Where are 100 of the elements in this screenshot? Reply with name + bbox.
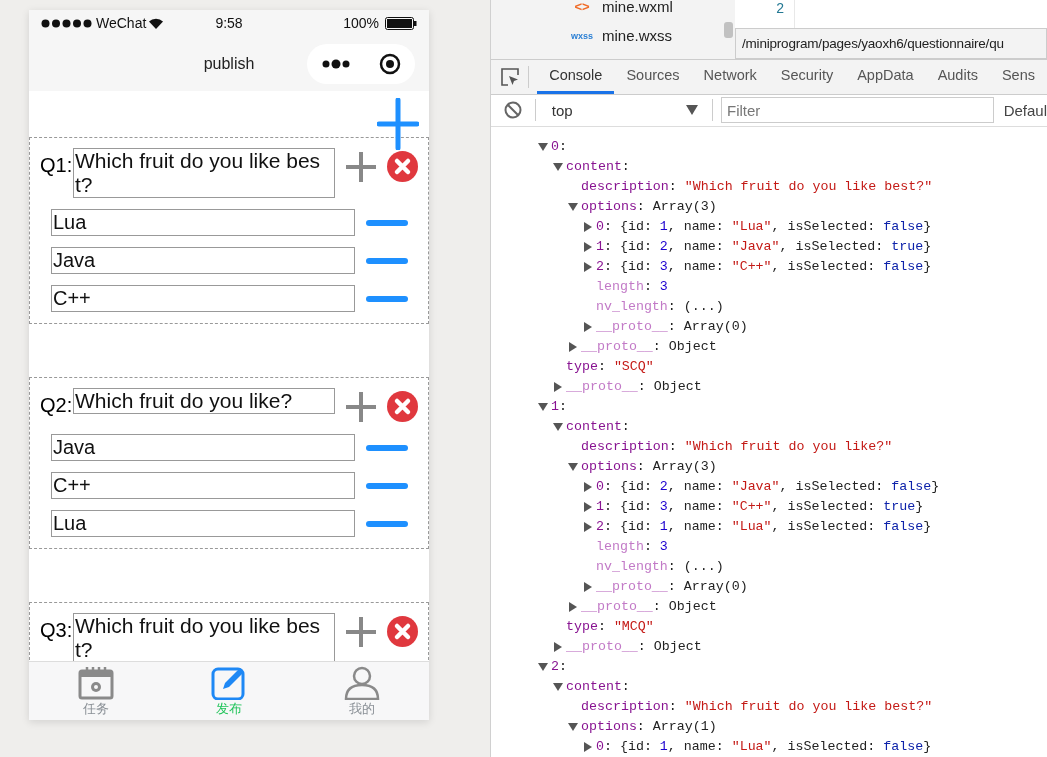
disclosure-triangle-icon[interactable]: [568, 722, 578, 732]
property-text: type: "SCQ": [566, 359, 654, 375]
line-number: 2: [776, 0, 784, 16]
option-field[interactable]: C++: [51, 472, 355, 499]
devtools-tab[interactable]: Console: [537, 60, 615, 94]
property-text: 2: {id: 1, name: "Lua", isSelected: false}: [596, 519, 932, 535]
disclosure-triangle-icon[interactable]: [553, 642, 563, 652]
devtools-tab[interactable]: Sens: [989, 60, 1047, 94]
option-field[interactable]: Java: [51, 247, 355, 274]
add-option-icon[interactable]: [345, 616, 377, 648]
disclosure-triangle-icon[interactable]: [553, 422, 563, 432]
property-text: nv_length: (...): [596, 559, 724, 575]
question-field[interactable]: Which fruit do you like?: [73, 388, 335, 414]
calendar-gear-icon: [77, 666, 114, 700]
disclosure-triangle-icon[interactable]: [538, 142, 548, 152]
property-text: 0: {id: 2, name: "Java", isSelected: false}: [596, 479, 940, 495]
status-time: 9:58: [215, 15, 243, 31]
dropdown-icon: [686, 105, 698, 116]
disclosure-triangle-icon[interactable]: [583, 582, 593, 592]
question-field[interactable]: Which fruit do you like best?: [73, 148, 335, 198]
disclosure-triangle-icon[interactable]: [568, 342, 578, 352]
option-field[interactable]: Lua: [51, 209, 355, 236]
capsule-menu[interactable]: [307, 44, 415, 84]
property-text: description: "Which fruit do you like best?": [581, 179, 933, 195]
clear-console-icon[interactable]: [503, 101, 522, 120]
property-text: __proto__: Object: [581, 339, 717, 355]
property-text: content:: [566, 159, 630, 175]
devtools-tab[interactable]: Security: [768, 60, 846, 94]
remove-option-icon[interactable]: [366, 218, 408, 227]
disclosure-triangle-icon[interactable]: [583, 482, 593, 492]
disclosure-triangle-icon[interactable]: [583, 262, 593, 272]
property-text: options: Array(3): [581, 199, 717, 215]
disclosure-triangle-icon[interactable]: [583, 742, 593, 752]
property-text: 1: {id: 2, name: "Java", isSelected: true}: [596, 239, 932, 255]
log-levels-select[interactable]: Defaul: [1003, 101, 1047, 119]
devtools-tab[interactable]: Audits: [925, 60, 990, 94]
file-type-icon: wxss: [571, 30, 593, 41]
add-option-icon[interactable]: [345, 391, 377, 423]
file-name[interactable]: mine.wxss: [602, 27, 672, 44]
wifi-icon: [149, 17, 164, 29]
property-text: 0: {id: 1, name: "Lua", isSelected: false}: [596, 219, 932, 235]
disclosure-triangle-icon[interactable]: [583, 242, 593, 252]
disclosure-triangle-icon[interactable]: [568, 462, 578, 472]
option-field[interactable]: C++: [51, 285, 355, 312]
disclosure-triangle-icon[interactable]: [538, 402, 548, 412]
disclosure-triangle-icon[interactable]: [538, 662, 548, 672]
remove-option-icon[interactable]: [366, 481, 408, 490]
devtools-tab[interactable]: Network: [691, 60, 769, 94]
disclosure-triangle-icon[interactable]: [553, 382, 563, 392]
delete-icon[interactable]: [387, 151, 418, 182]
delete-icon[interactable]: [387, 616, 418, 647]
battery-icon: [385, 16, 417, 30]
remove-option-icon[interactable]: [366, 256, 408, 265]
property-text: 2: {id: 3, name: "C++", isSelected: false}: [596, 259, 932, 275]
option-field[interactable]: Java: [51, 434, 355, 461]
property-text: __proto__: Object: [566, 379, 702, 395]
disclosure-triangle-icon[interactable]: [568, 602, 578, 612]
question-number: Q2:: [40, 394, 73, 417]
option-field[interactable]: Lua: [51, 510, 355, 537]
property-text: options: Array(1): [581, 719, 717, 735]
property-text: length: 3: [596, 539, 668, 555]
scrollbar-thumb[interactable]: [724, 22, 733, 38]
disclosure-triangle-icon[interactable]: [553, 682, 563, 692]
property-text: 0:: [551, 139, 567, 155]
disclosure-triangle-icon[interactable]: [568, 202, 578, 212]
property-text: __proto__: Object: [581, 599, 717, 615]
signal-icon: [41, 18, 93, 28]
edit-icon: [211, 666, 247, 700]
page-title: publish: [203, 54, 255, 73]
record-icon[interactable]: [378, 53, 401, 75]
more-icon[interactable]: [321, 59, 350, 69]
devtools-tab[interactable]: AppData: [845, 60, 926, 94]
disclosure-triangle-icon[interactable]: [583, 502, 593, 512]
path-tooltip: /miniprogram/pages/yaoxh6/questionnaire/qu: [735, 28, 1047, 59]
add-option-icon[interactable]: [345, 151, 377, 183]
carrier-text: WeChat: [96, 15, 147, 31]
filter-field[interactable]: Filter: [721, 97, 994, 124]
property-text: __proto__: Array(0): [596, 579, 748, 595]
remove-option-icon[interactable]: [366, 443, 408, 452]
property-text: 2:: [551, 659, 567, 675]
disclosure-triangle-icon[interactable]: [553, 162, 563, 172]
remove-option-icon[interactable]: [366, 519, 408, 528]
property-text: 1:: [551, 399, 567, 415]
battery-percent: 100%: [343, 15, 379, 31]
property-text: content:: [566, 679, 630, 695]
context-select[interactable]: top: [541, 97, 706, 124]
add-question-icon[interactable]: [377, 98, 419, 150]
property-text: description: "Which fruit do you like?": [581, 439, 893, 455]
file-name[interactable]: mine.wxml: [602, 0, 673, 15]
remove-option-icon[interactable]: [366, 294, 408, 303]
property-text: 1: {id: 3, name: "C++", isSelected: true}: [596, 499, 924, 515]
property-text: __proto__: Array(0): [596, 319, 748, 335]
delete-icon[interactable]: [387, 391, 418, 422]
disclosure-triangle-icon[interactable]: [583, 222, 593, 232]
disclosure-triangle-icon[interactable]: [583, 522, 593, 532]
file-type-icon: <>: [571, 0, 593, 14]
disclosure-triangle-icon[interactable]: [583, 322, 593, 332]
devtools-tab[interactable]: Sources: [614, 60, 692, 94]
inspect-icon[interactable]: [499, 66, 520, 87]
property-text: type: "MCQ": [566, 619, 654, 635]
